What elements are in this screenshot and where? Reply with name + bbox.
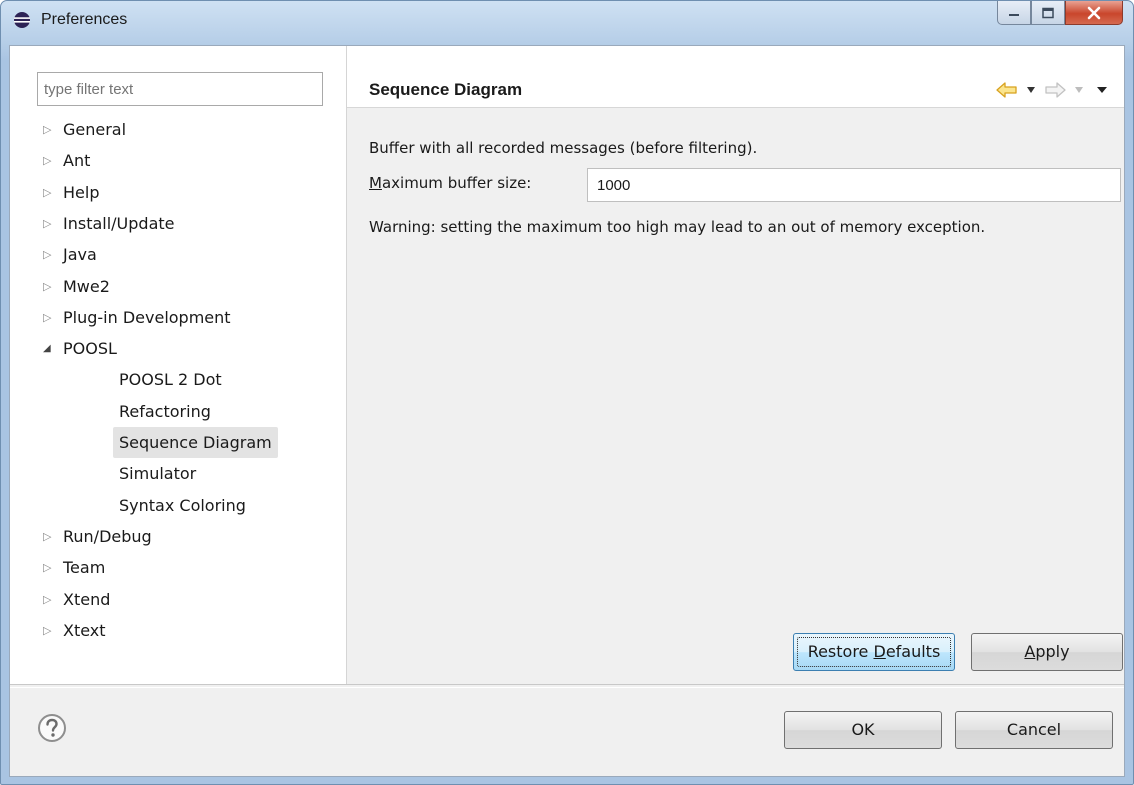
tree-item-label: Run/Debug	[63, 526, 152, 546]
buffer-size-input[interactable]	[587, 168, 1121, 202]
buffer-size-label-text: aximum buffer size:	[381, 174, 532, 192]
expand-triangle-icon[interactable]: ▷	[43, 302, 55, 333]
expand-triangle-icon[interactable]: ▷	[43, 208, 55, 239]
help-icon[interactable]	[37, 713, 67, 743]
forward-dropdown-icon[interactable]	[1074, 86, 1084, 94]
close-button[interactable]	[1065, 1, 1123, 25]
expand-triangle-icon[interactable]: ▷	[43, 271, 55, 302]
maximize-icon	[1042, 7, 1054, 18]
tree-item-label: Plug-in Development	[63, 307, 231, 327]
tree-item-label: Xtend	[63, 589, 111, 609]
tree-item-label: Java	[63, 245, 97, 265]
cancel-label: Cancel	[1006, 720, 1062, 739]
collapse-triangle-icon[interactable]: ◢	[43, 333, 55, 364]
restore-label-post: efaults	[885, 642, 941, 661]
tree-item-label: Syntax Coloring	[119, 495, 246, 515]
expand-triangle-icon[interactable]: ▷	[43, 615, 55, 646]
tree-item-label: General	[63, 120, 127, 139]
dialog-client-area: ▷ General ▷ Ant ▷ Help ▷ Install/Update ▷ Java ▷ Mw…	[9, 45, 1125, 777]
ok-label: OK	[851, 720, 875, 739]
apply-label-mnemonic: A	[1024, 642, 1036, 661]
tree-item-label: POOSL 2 Dot	[119, 370, 222, 390]
view-menu-icon[interactable]	[1096, 86, 1108, 94]
filter-input[interactable]	[37, 72, 323, 106]
expand-triangle-icon[interactable]: ▷	[43, 177, 55, 208]
tree-item-label: Help	[63, 182, 100, 202]
tree-item-label: Install/Update	[63, 213, 175, 233]
tree-item-label: POOSL	[63, 339, 117, 359]
tree-item-label: Simulator	[119, 464, 197, 484]
page-navigation	[996, 80, 1108, 100]
expand-triangle-icon[interactable]: ▷	[43, 552, 55, 583]
expand-triangle-icon[interactable]: ▷	[43, 584, 55, 615]
tree-item-label: Refactoring	[119, 401, 211, 421]
buffer-size-mnemonic: M	[369, 174, 382, 192]
tree-item-label: Ant	[63, 151, 91, 171]
preference-tree-pane: ▷ General ▷ Ant ▷ Help ▷ Install/Update ▷ Java ▷ Mw…	[10, 46, 347, 684]
expand-triangle-icon[interactable]: ▷	[43, 239, 55, 270]
page-title: Sequence Diagram	[369, 80, 523, 99]
footer-divider	[10, 684, 1124, 688]
back-arrow-icon[interactable]	[996, 82, 1018, 98]
tree-item-label: Team	[63, 558, 106, 578]
close-icon	[1087, 6, 1101, 19]
cancel-button[interactable]: Cancel	[955, 711, 1113, 749]
eclipse-icon	[14, 12, 30, 28]
page-description: Buffer with all recorded messages (befor…	[369, 139, 758, 157]
restore-label-pre: Restore	[807, 642, 874, 661]
preference-page: Sequence Diagram Buffer with all recorde…	[347, 46, 1124, 684]
back-dropdown-icon[interactable]	[1026, 86, 1036, 94]
preferences-window: Preferences ▷ General ▷ Ant ▷ Help ▷ Install/Up…	[0, 0, 1134, 785]
tree-item-label: Xtext	[63, 620, 106, 640]
buffer-size-label: Maximum buffer size:	[369, 174, 531, 192]
tree-item-label: Mwe2	[63, 276, 110, 296]
expand-triangle-icon[interactable]: ▷	[43, 114, 55, 145]
expand-triangle-icon[interactable]: ▷	[43, 145, 55, 176]
window-controls	[997, 1, 1123, 27]
restore-defaults-button[interactable]: Restore Defaults	[793, 633, 955, 671]
tree-item-label-selected: Sequence Diagram	[113, 427, 278, 458]
memory-warning: Warning: setting the maximum too high ma…	[369, 218, 986, 236]
minimize-icon	[1009, 13, 1019, 16]
apply-button[interactable]: Apply	[971, 633, 1123, 671]
apply-label-post: pply	[1035, 642, 1070, 661]
window-title: Preferences	[41, 11, 128, 28]
page-header: Sequence Diagram	[347, 46, 1124, 108]
expand-triangle-icon[interactable]: ▷	[43, 521, 55, 552]
minimize-button[interactable]	[997, 1, 1031, 25]
title-bar[interactable]: Preferences	[1, 1, 1133, 45]
restore-label-mnemonic: D	[873, 642, 886, 661]
forward-arrow-icon[interactable]	[1044, 82, 1066, 98]
maximize-button[interactable]	[1031, 1, 1065, 25]
ok-button[interactable]: OK	[784, 711, 942, 749]
